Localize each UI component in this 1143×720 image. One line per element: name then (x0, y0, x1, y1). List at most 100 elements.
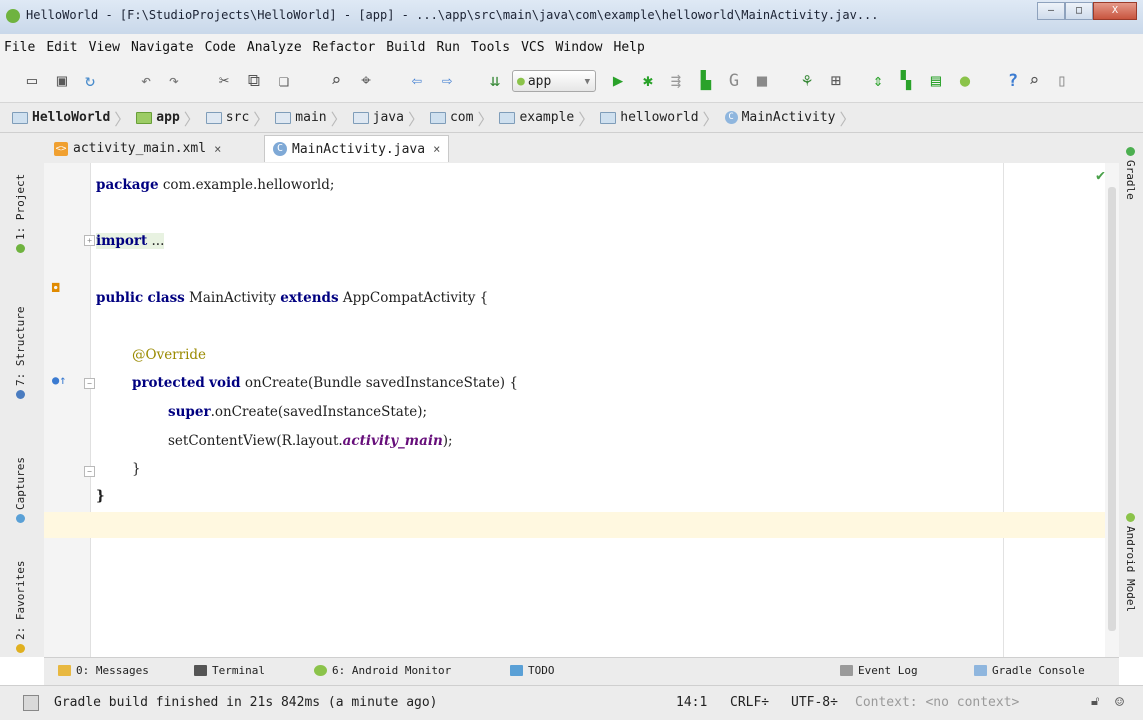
tool-tab-favorites[interactable]: 2: Favorites (14, 545, 27, 653)
android-studio-icon (6, 9, 20, 23)
project-structure-icon[interactable]: ⚘ (797, 71, 817, 91)
tool-tab-project[interactable]: 1: Project (14, 143, 27, 253)
status-message[interactable]: Gradle build finished in 21s 842ms (a mi… (54, 695, 438, 710)
code-line-method-close: } (132, 461, 141, 477)
tab-activity-main-xml[interactable]: <> activity_main.xml × (46, 135, 229, 162)
redo-icon[interactable]: ↷ (164, 71, 184, 91)
stop-icon[interactable]: ■ (752, 71, 772, 91)
menu-analyze[interactable]: Analyze (247, 40, 302, 55)
sdk-manager-icon[interactable]: ⊞ (826, 71, 846, 91)
scrollbar-thumb[interactable] (1108, 187, 1116, 631)
breadcrumb-item-helloworld-pkg[interactable]: helloworld (600, 110, 699, 125)
save-icon[interactable]: ▣ (52, 71, 72, 91)
breadcrumb-item-helloworld[interactable]: HelloWorld (12, 110, 110, 125)
breadcrumb-item-example[interactable]: example (499, 110, 574, 125)
tool-window-android-monitor[interactable]: 6: Android Monitor (314, 664, 451, 677)
chevron-right-icon: 〉 (702, 109, 719, 129)
breadcrumb-item-java[interactable]: java (352, 110, 404, 125)
undo-icon[interactable]: ↶ (136, 71, 156, 91)
device-monitor-icon[interactable]: ▤ (926, 71, 946, 91)
breadcrumb-item-main[interactable]: main (275, 110, 327, 125)
tool-window-event-log[interactable]: Event Log (840, 664, 918, 677)
todo-icon (510, 665, 523, 676)
menu-run[interactable]: Run (436, 40, 459, 55)
tool-tab-structure[interactable]: 7: Structure (14, 273, 27, 399)
tool-tab-gradle[interactable]: Gradle (1124, 147, 1137, 200)
misc-icon[interactable]: ▯ (1052, 71, 1072, 91)
sync-icon[interactable]: ↻ (80, 71, 100, 91)
android-sdk-icon[interactable]: ● (955, 71, 975, 91)
menu-view[interactable]: View (89, 40, 120, 55)
editor-scrollbar[interactable] (1105, 163, 1119, 657)
breadcrumb-item-mainactivity[interactable]: C MainActivity (724, 110, 835, 125)
chevron-right-icon: 〉 (253, 109, 270, 129)
paste-icon[interactable]: ❏ (274, 71, 294, 91)
breadcrumb-item-com[interactable]: com (429, 110, 473, 125)
folder-icon (275, 111, 292, 124)
project-icon (16, 244, 25, 253)
apply-changes-icon[interactable]: ▙ (696, 71, 716, 91)
avd-manager-icon[interactable]: ▚ (896, 71, 916, 91)
class-icon: C (724, 111, 738, 124)
encoding-selector[interactable]: UTF-8÷ (791, 695, 838, 710)
chevron-right-icon: 〉 (407, 109, 424, 129)
cut-icon[interactable]: ✂ (214, 71, 234, 91)
menu-vcs[interactable]: VCS (521, 40, 544, 55)
tool-window-gradle-console[interactable]: Gradle Console (974, 664, 1085, 677)
tool-window-todo[interactable]: TODO (510, 664, 555, 677)
lock-icon[interactable]: 🔓︎ (1091, 694, 1099, 709)
inspector-face-icon[interactable]: ☺ (1115, 693, 1124, 711)
debug-icon[interactable]: ✱ (638, 71, 658, 91)
menu-file[interactable]: File (4, 40, 35, 55)
menu-edit[interactable]: Edit (46, 40, 77, 55)
menu-tools[interactable]: Tools (471, 40, 510, 55)
breadcrumb-item-src[interactable]: src (205, 110, 249, 125)
fold-imports-icon[interactable]: + (84, 235, 95, 246)
make-project-icon[interactable]: ⇊ (485, 71, 505, 91)
line-separator-selector[interactable]: CRLF÷ (730, 695, 769, 710)
chevron-right-icon: 〉 (330, 109, 347, 129)
fold-method-icon[interactable]: − (84, 378, 95, 389)
menu-navigate[interactable]: Navigate (131, 40, 194, 55)
copy-icon[interactable]: ⧉ (244, 71, 264, 91)
find-icon[interactable]: ⌕ (326, 71, 346, 91)
close-button[interactable]: X (1093, 2, 1137, 20)
code-editor[interactable]: ◘ ●↑ + − − package com.example.helloworl… (44, 163, 1119, 657)
activity-gutter-icon[interactable]: ◘ (52, 281, 59, 295)
coverage-icon[interactable]: G (724, 71, 744, 91)
replace-icon[interactable]: ⌖ (356, 71, 376, 91)
run-configuration-select[interactable]: ● app ▼ (512, 70, 596, 92)
tool-tab-captures[interactable]: Captures (14, 423, 27, 523)
attach-debugger-icon[interactable]: ⇶ (666, 71, 686, 91)
close-tab-icon[interactable]: × (433, 142, 440, 156)
override-gutter-icon[interactable]: ●↑ (52, 373, 66, 387)
close-tab-icon[interactable]: × (214, 142, 221, 156)
menu-refactor[interactable]: Refactor (313, 40, 376, 55)
caret-position[interactable]: 14:1 (676, 695, 707, 710)
context-indicator[interactable]: Context: <no context> (855, 695, 1019, 710)
right-tool-strip: Gradle Android Model (1118, 133, 1143, 657)
open-folder-icon[interactable]: ▭ (22, 71, 42, 91)
gradle-icon (1126, 147, 1135, 156)
menu-code[interactable]: Code (205, 40, 236, 55)
forward-icon[interactable]: ⇨ (437, 71, 457, 91)
tool-tab-android-model[interactable]: Android Model (1124, 513, 1137, 612)
tool-windows-toggle-icon[interactable] (23, 695, 39, 711)
maximize-button[interactable]: □ (1065, 2, 1093, 20)
back-icon[interactable]: ⇦ (407, 71, 427, 91)
tool-window-terminal[interactable]: Terminal (194, 664, 265, 677)
menu-build[interactable]: Build (386, 40, 425, 55)
tool-window-messages[interactable]: 0: Messages (58, 664, 149, 677)
search-everywhere-icon[interactable]: ⌕ (1024, 71, 1044, 91)
menu-help[interactable]: Help (614, 40, 645, 55)
help-icon[interactable]: ? (1003, 71, 1023, 91)
tab-mainactivity-java[interactable]: C MainActivity.java × (264, 135, 450, 162)
breadcrumb-item-app[interactable]: app (136, 110, 180, 125)
run-icon[interactable]: ▶ (608, 71, 628, 91)
code-line-class-decl: public class MainActivity extends AppCom… (96, 290, 489, 306)
sync-gradle-icon[interactable]: ⇕ (868, 71, 888, 91)
minimize-button[interactable]: – (1037, 2, 1065, 20)
tool-windows-bar: 0: Messages Terminal 6: Android Monitor … (44, 657, 1119, 686)
fold-method-end-icon[interactable]: − (84, 466, 95, 477)
menu-window[interactable]: Window (556, 40, 603, 55)
